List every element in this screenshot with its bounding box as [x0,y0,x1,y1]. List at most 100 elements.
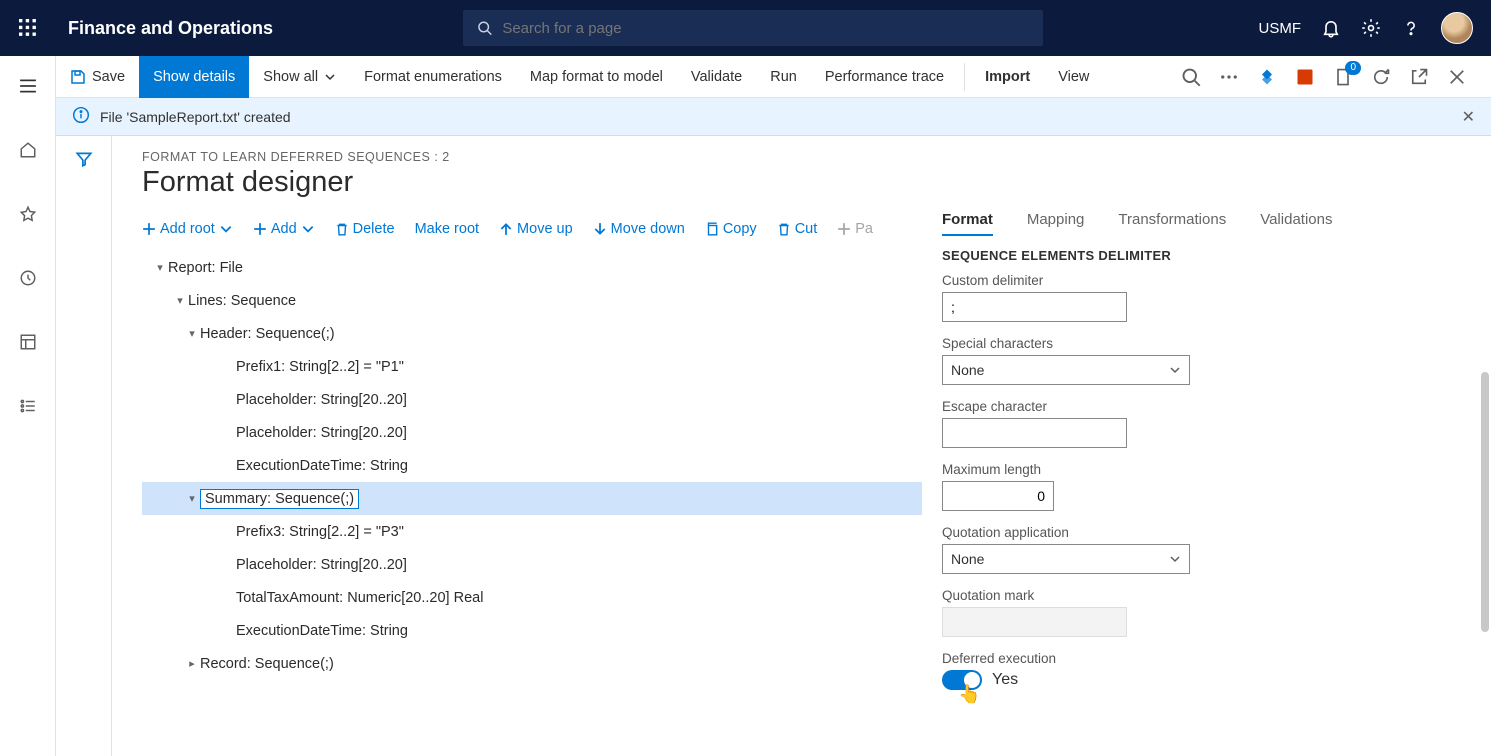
separator [964,63,965,91]
tree-node[interactable]: ExecutionDateTime: String [142,614,922,647]
chevron-down-icon [219,222,233,236]
message-close-button[interactable]: ✕ [1462,107,1475,127]
global-search[interactable] [463,10,1043,46]
star-icon [19,205,37,223]
home-icon [19,141,37,159]
tree-node[interactable]: Prefix3: String[2..2] = "P3" [142,515,922,548]
nav-modules[interactable] [8,386,48,426]
diamond-icon [1257,67,1277,87]
copy-button[interactable]: Copy [705,221,757,237]
cut-button[interactable]: Cut [777,221,818,237]
run-button[interactable]: Run [756,56,811,98]
tab-mapping[interactable]: Mapping [1027,211,1085,236]
popout-button[interactable] [1409,67,1429,87]
attachments-button[interactable] [1257,67,1277,87]
tree-node[interactable]: Placeholder: String[20..20] [142,416,922,449]
notifications-button[interactable] [1321,18,1341,38]
vertical-scrollbar[interactable] [1481,372,1489,632]
format-enumerations-button[interactable]: Format enumerations [350,56,516,98]
tree-node[interactable]: ▾Report: File [142,251,922,284]
tab-validations[interactable]: Validations [1260,211,1332,236]
performance-trace-button[interactable]: Performance trace [811,56,958,98]
refresh-button[interactable] [1371,67,1391,87]
map-format-button[interactable]: Map format to model [516,56,677,98]
tab-format[interactable]: Format [942,211,993,236]
filter-pane[interactable] [56,136,112,756]
move-up-button[interactable]: Move up [499,221,573,237]
help-icon [1401,18,1421,38]
quotation-application-select[interactable]: None [942,544,1190,574]
custom-delimiter-input[interactable] [942,292,1127,322]
move-down-button[interactable]: Move down [593,221,685,237]
bell-icon [1321,18,1341,38]
page-title: Format designer [142,166,1491,199]
escape-character-input[interactable] [942,418,1127,448]
make-root-button[interactable]: Make root [415,221,479,237]
app-launcher-button[interactable] [0,19,56,37]
messages-button[interactable]: 0 [1333,67,1353,87]
field-label: Quotation application [942,525,1362,540]
tree-node[interactable]: ▸Record: Sequence(;) [142,647,922,680]
gear-icon [1361,18,1381,38]
tree-node[interactable]: ExecutionDateTime: String [142,449,922,482]
app-header: Finance and Operations USMF [0,0,1491,56]
search-input[interactable] [502,20,1029,37]
field-label: Maximum length [942,462,1362,477]
nav-recent[interactable] [8,258,48,298]
maximum-length-input[interactable] [942,481,1054,511]
search-icon [477,20,492,36]
tree-node[interactable]: ▾Header: Sequence(;) [142,317,922,350]
add-root-button[interactable]: Add root [142,221,233,237]
properties-pane: Format Mapping Transformations Validatio… [932,251,1362,704]
nav-workspaces[interactable] [8,322,48,362]
user-avatar[interactable] [1441,12,1473,44]
tree-node[interactable]: Prefix1: String[2..2] = "P1" [142,350,922,383]
save-button[interactable]: Save [56,56,139,98]
field-label: Special characters [942,336,1362,351]
tab-transformations[interactable]: Transformations [1118,211,1226,236]
chevron-down-icon [301,222,315,236]
import-button[interactable]: Import [971,56,1044,98]
arrow-down-icon [593,222,607,236]
tree-node[interactable]: ▾Lines: Sequence [142,284,922,317]
trash-icon [777,222,791,236]
more-options-button[interactable] [1219,67,1239,87]
help-button[interactable] [1401,18,1421,38]
message-count-badge: 0 [1345,61,1361,75]
popout-icon [1409,67,1429,87]
special-characters-select[interactable]: None [942,355,1190,385]
section-header: SEQUENCE ELEMENTS DELIMITER [942,248,1362,263]
tree-node[interactable]: TotalTaxAmount: Numeric[20..20] Real [142,581,922,614]
close-button[interactable] [1447,67,1467,87]
search-icon [1181,67,1201,87]
properties-tabs: Format Mapping Transformations Validatio… [942,211,1362,236]
format-tree: ▾Report: File ▾Lines: Sequence ▾Header: … [142,251,932,704]
tree-node[interactable]: Placeholder: String[20..20] [142,383,922,416]
field-label: Escape character [942,399,1362,414]
actionpane-search-button[interactable] [1181,67,1201,87]
ellipsis-icon [1219,67,1239,87]
office-button[interactable] [1295,67,1315,87]
show-all-button[interactable]: Show all [249,56,350,98]
nav-home[interactable] [8,130,48,170]
close-icon [1447,67,1467,87]
nav-favorites[interactable] [8,194,48,234]
deferred-execution-toggle[interactable] [942,670,982,690]
company-selector[interactable]: USMF [1259,20,1302,37]
settings-button[interactable] [1361,18,1381,38]
quotation-mark-input [942,607,1127,637]
show-details-button[interactable]: Show details [139,56,249,98]
tree-node-selected[interactable]: ▾Summary: Sequence(;) [142,482,922,515]
clock-icon [19,269,37,287]
add-button[interactable]: Add [253,221,315,237]
nav-hamburger[interactable] [8,66,48,106]
action-pane: Save Show details Show all Format enumer… [56,56,1491,98]
field-label: Quotation mark [942,588,1362,603]
view-button[interactable]: View [1044,56,1103,98]
message-text: File 'SampleReport.txt' created [100,109,291,125]
tree-node[interactable]: Placeholder: String[20..20] [142,548,922,581]
toggle-value-label: Yes [992,671,1018,689]
arrow-up-icon [499,222,513,236]
validate-button[interactable]: Validate [677,56,756,98]
delete-button[interactable]: Delete [335,221,395,237]
